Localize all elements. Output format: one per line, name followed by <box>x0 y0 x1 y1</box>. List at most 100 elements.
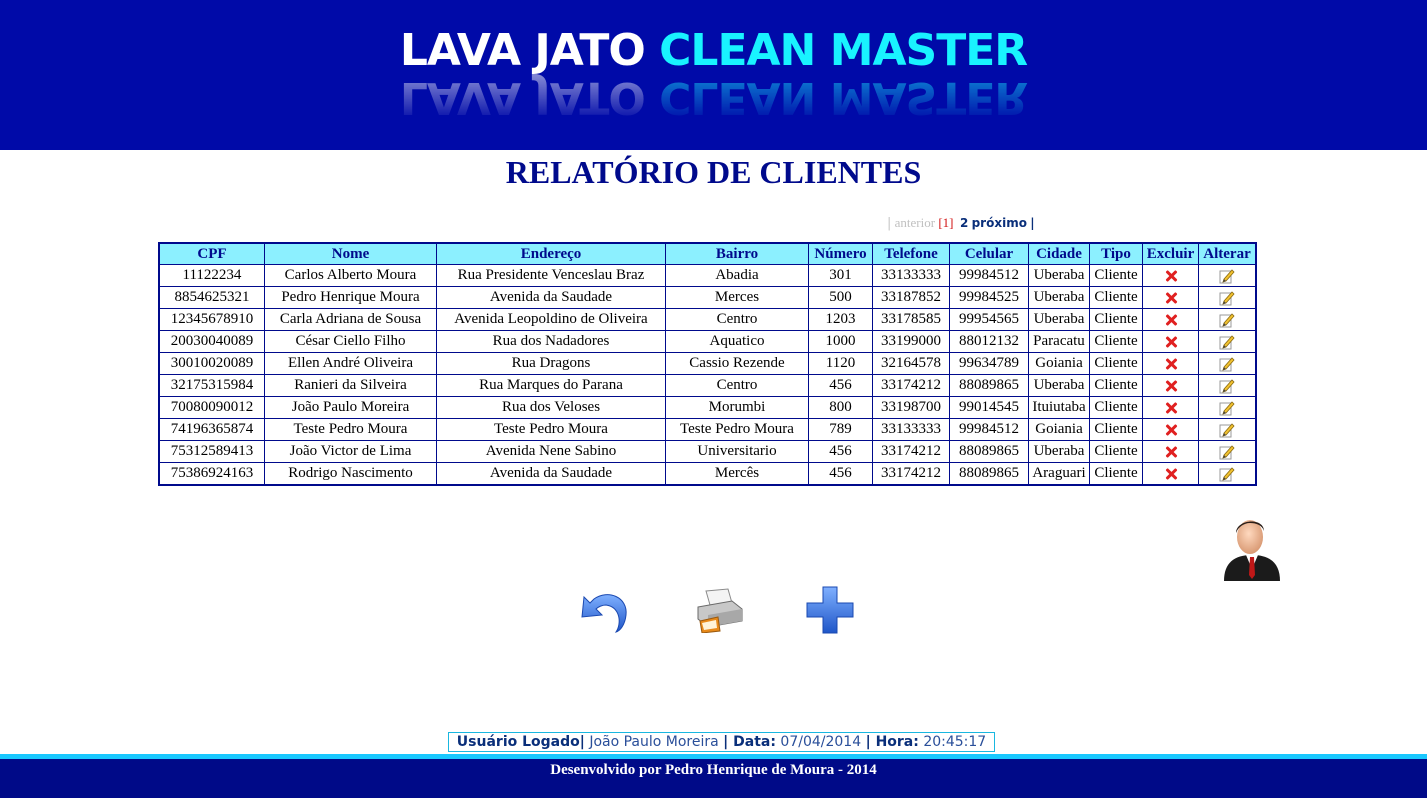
cell-nome: Ranieri da Silveira <box>264 374 437 397</box>
cell-excluir <box>1142 462 1199 486</box>
cell-numero: 500 <box>808 286 873 309</box>
cell-nome: César Ciello Filho <box>264 330 437 353</box>
cell-nome: Carla Adriana de Sousa <box>264 308 437 331</box>
table-row: 12345678910 Carla Adriana de Sousa Avenida… <box>158 308 1257 331</box>
cell-cidade: Uberaba <box>1028 374 1090 397</box>
table-row: 20030040089 César Ciello Filho Rua dos Nad… <box>158 330 1257 353</box>
cell-telefone: 33187852 <box>872 286 950 309</box>
delete-x-icon[interactable] <box>1164 445 1178 459</box>
printer-icon[interactable] <box>692 587 746 633</box>
cell-nome: Rodrigo Nascimento <box>264 462 437 486</box>
cell-alterar <box>1198 352 1257 375</box>
cell-excluir <box>1142 374 1199 397</box>
pencil-edit-icon[interactable] <box>1219 356 1235 372</box>
cell-cpf: 70080090012 <box>158 396 265 419</box>
pager-prev-link: anterior <box>894 215 936 230</box>
cell-nome: Carlos Alberto Moura <box>264 264 437 287</box>
cell-alterar <box>1198 330 1257 353</box>
cell-numero: 1000 <box>808 330 873 353</box>
cell-cidade: Ituiutaba <box>1028 396 1090 419</box>
pencil-edit-icon[interactable] <box>1219 422 1235 438</box>
pagination: | anterior [1] 2 próximo | <box>887 215 1035 231</box>
delete-x-icon[interactable] <box>1164 335 1178 349</box>
logo-reflection-white: LAVA JATO <box>399 72 660 123</box>
cell-endereco: Teste Pedro Moura <box>436 418 666 441</box>
site-header: LAVA JATO CLEAN MASTER LAVA JATO CLEAN M… <box>0 0 1427 150</box>
cell-cidade: Goiania <box>1028 352 1090 375</box>
site-logo: LAVA JATO CLEAN MASTER <box>0 26 1427 76</box>
pencil-edit-icon[interactable] <box>1219 268 1235 284</box>
footer-credit: Desenvolvido por Pedro Henrique de Moura… <box>550 762 877 778</box>
cell-telefone: 33133333 <box>872 418 950 441</box>
col-alterar: Alterar <box>1198 242 1257 265</box>
pencil-edit-icon[interactable] <box>1219 444 1235 460</box>
cell-telefone: 33174212 <box>872 440 950 463</box>
user-avatar-icon[interactable] <box>1222 515 1282 581</box>
pencil-edit-icon[interactable] <box>1219 400 1235 416</box>
cell-celular: 88012132 <box>949 330 1029 353</box>
table-row: 30010020089 Ellen André Oliveira Rua Drago… <box>158 352 1257 375</box>
cell-bairro: Centro <box>665 308 809 331</box>
pager-page-2-link[interactable]: 2 <box>960 216 968 230</box>
cell-telefone: 33174212 <box>872 374 950 397</box>
cell-bairro: Morumbi <box>665 396 809 419</box>
cell-cpf: 12345678910 <box>158 308 265 331</box>
cell-telefone: 32164578 <box>872 352 950 375</box>
cell-endereco: Rua Dragons <box>436 352 666 375</box>
table-row: 74196365874 Teste Pedro Moura Teste Pedro … <box>158 418 1257 441</box>
col-numero: Número <box>808 242 873 265</box>
logged-user-bar: Usuário Logado| João Paulo Moreira | Dat… <box>448 732 995 752</box>
pencil-edit-icon[interactable] <box>1219 290 1235 306</box>
cell-nome: João Victor de Lima <box>264 440 437 463</box>
delete-x-icon[interactable] <box>1164 401 1178 415</box>
table-row: 8854625321 Pedro Henrique Moura Avenida da… <box>158 286 1257 309</box>
delete-x-icon[interactable] <box>1164 291 1178 305</box>
cell-excluir <box>1142 396 1199 419</box>
cell-alterar <box>1198 440 1257 463</box>
pencil-edit-icon[interactable] <box>1219 378 1235 394</box>
time-value: 20:45:17 <box>923 734 987 750</box>
table-row: 32175315984 Ranieri da Silveira Rua Marque… <box>158 374 1257 397</box>
cell-endereco: Avenida da Saudade <box>436 286 666 309</box>
delete-x-icon[interactable] <box>1164 313 1178 327</box>
delete-x-icon[interactable] <box>1164 467 1178 481</box>
cell-excluir <box>1142 264 1199 287</box>
delete-x-icon[interactable] <box>1164 269 1178 283</box>
pager-next-link[interactable]: próximo <box>972 216 1027 230</box>
cell-celular: 99984512 <box>949 264 1029 287</box>
cell-tipo: Cliente <box>1089 462 1143 486</box>
col-cidade: Cidade <box>1028 242 1090 265</box>
plus-icon[interactable] <box>805 585 855 635</box>
cell-cidade: Uberaba <box>1028 440 1090 463</box>
cell-alterar <box>1198 264 1257 287</box>
cell-celular: 99954565 <box>949 308 1029 331</box>
undo-arrow-icon[interactable] <box>578 585 632 635</box>
delete-x-icon[interactable] <box>1164 379 1178 393</box>
pencil-edit-icon[interactable] <box>1219 312 1235 328</box>
cell-endereco: Rua dos Veloses <box>436 396 666 419</box>
pencil-edit-icon[interactable] <box>1219 334 1235 350</box>
site-footer: Desenvolvido por Pedro Henrique de Moura… <box>0 759 1427 798</box>
cell-cidade: Uberaba <box>1028 308 1090 331</box>
date-value: 07/04/2014 <box>780 734 862 750</box>
cell-cidade: Goiania <box>1028 418 1090 441</box>
cell-excluir <box>1142 286 1199 309</box>
cell-nome: Teste Pedro Moura <box>264 418 437 441</box>
table-row: 75312589413 João Victor de Lima Avenida Ne… <box>158 440 1257 463</box>
cell-cpf: 75312589413 <box>158 440 265 463</box>
cell-bairro: Universitario <box>665 440 809 463</box>
cell-cpf: 20030040089 <box>158 330 265 353</box>
cell-cidade: Araguari <box>1028 462 1090 486</box>
table-body: 11122234 Carlos Alberto Moura Rua Presiden… <box>158 264 1257 486</box>
pencil-edit-icon[interactable] <box>1219 466 1235 482</box>
cell-cpf: 75386924163 <box>158 462 265 486</box>
cell-numero: 456 <box>808 462 873 486</box>
delete-x-icon[interactable] <box>1164 423 1178 437</box>
time-label: | Hora: <box>865 734 919 750</box>
pager-current-page: [1] <box>938 215 954 230</box>
cell-endereco: Avenida Nene Sabino <box>436 440 666 463</box>
cell-cidade: Uberaba <box>1028 264 1090 287</box>
cell-cidade: Uberaba <box>1028 286 1090 309</box>
cell-excluir <box>1142 418 1199 441</box>
delete-x-icon[interactable] <box>1164 357 1178 371</box>
